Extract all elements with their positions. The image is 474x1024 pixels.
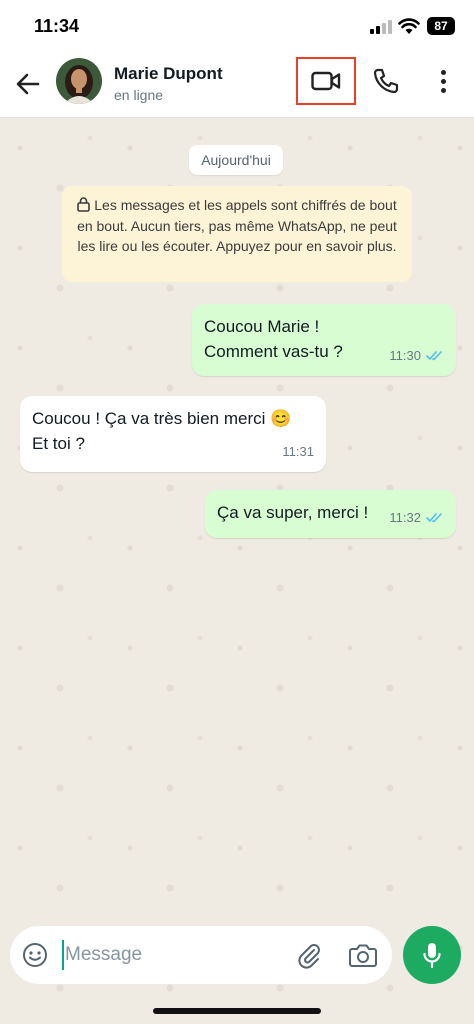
message-composer (10, 926, 392, 984)
read-receipt-icon (426, 351, 442, 361)
video-call-button[interactable] (296, 57, 356, 105)
lock-icon (77, 197, 91, 212)
message-time: 11:31 (282, 444, 314, 459)
message-input[interactable] (62, 940, 282, 970)
encryption-notice[interactable]: Les messages et les appels sont chiffrés… (62, 186, 412, 282)
contact-status: en ligne (114, 87, 164, 103)
video-camera-icon (311, 71, 341, 91)
voice-message-button[interactable] (403, 926, 461, 984)
encryption-notice-text: Les messages et les appels sont chiffrés… (77, 197, 397, 254)
message-text: Coucou ! Ça va très bien merci 😊 Et toi … (32, 409, 292, 453)
back-arrow-icon[interactable] (14, 70, 42, 98)
emoji-icon[interactable] (22, 942, 48, 968)
message-time: 11:30 (389, 348, 421, 363)
chat-area[interactable]: Aujourd'hui Les messages et les appels s… (0, 118, 474, 1024)
status-bar: 11:34 87 (0, 0, 474, 52)
camera-icon[interactable] (348, 941, 378, 969)
wifi-icon (398, 18, 420, 34)
home-indicator[interactable] (153, 1008, 321, 1014)
message-bubble-outgoing[interactable]: Coucou Marie ! Comment vas-tu ? 11:30 (192, 304, 456, 376)
status-time: 11:34 (34, 16, 80, 36)
phone-call-icon[interactable] (372, 67, 400, 95)
read-receipt-icon (426, 513, 442, 523)
contact-avatar[interactable] (56, 58, 102, 104)
paperclip-icon[interactable] (295, 941, 323, 969)
message-time: 11:32 (389, 510, 421, 525)
message-bubble-outgoing[interactable]: Ça va super, merci ! 11:32 (205, 490, 456, 538)
contact-name[interactable]: Marie Dupont (114, 64, 223, 84)
chat-header: Marie Dupont en ligne (0, 52, 474, 118)
microphone-icon (423, 943, 441, 969)
cellular-signal-icon (370, 20, 392, 34)
more-options-icon[interactable] (432, 67, 454, 95)
battery-indicator: 87 (427, 17, 455, 35)
message-bubble-incoming[interactable]: Coucou ! Ça va très bien merci 😊 Et toi … (20, 396, 326, 472)
date-divider: Aujourd'hui (189, 145, 283, 175)
